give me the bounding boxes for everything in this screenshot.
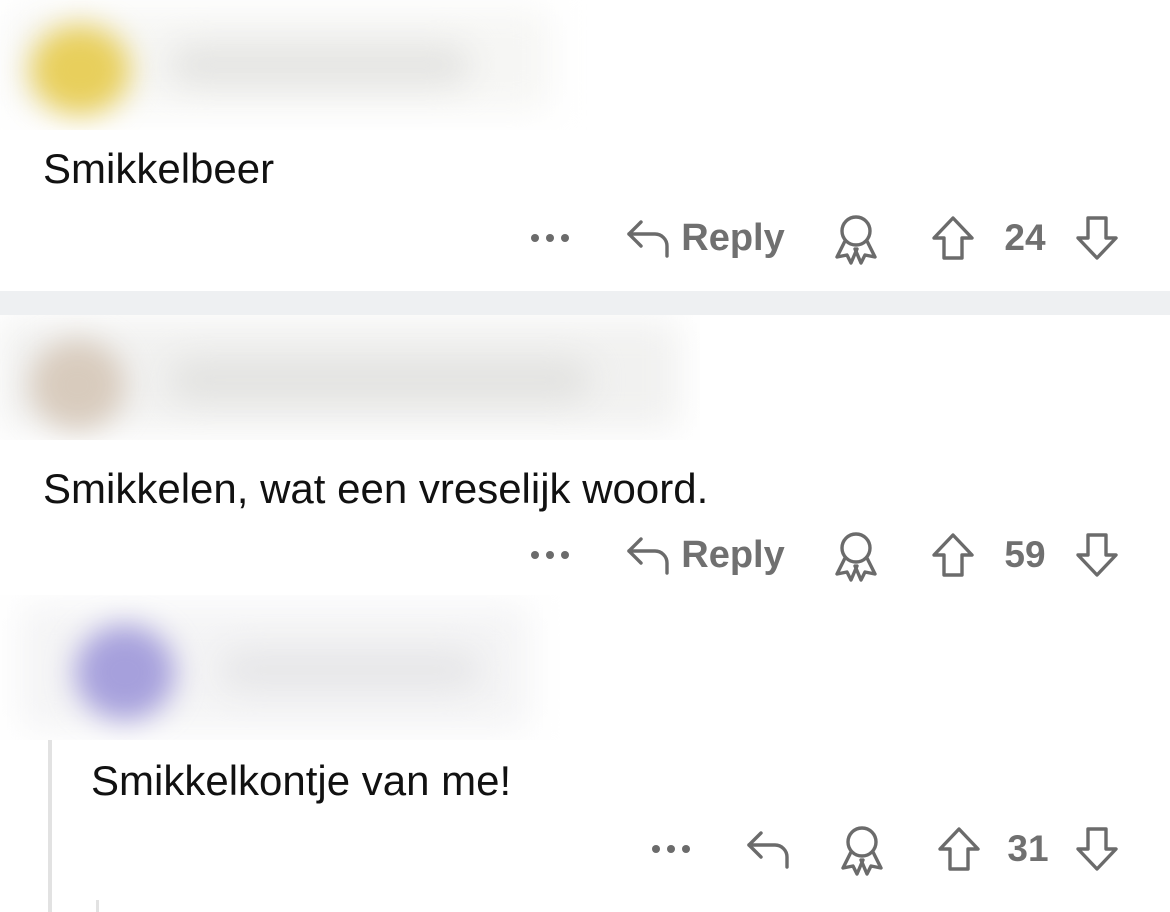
downvote-button[interactable] — [1072, 817, 1122, 881]
comment-divider — [0, 291, 1170, 315]
reply-label: Reply — [681, 216, 785, 259]
username-blurred[interactable] — [220, 650, 480, 690]
downvote-arrow-icon — [1076, 533, 1118, 577]
reply-arrow-icon — [627, 220, 669, 258]
vote-score: 59 — [1004, 534, 1046, 575]
vote-score: 24 — [1004, 217, 1046, 258]
upvote-arrow-icon — [932, 533, 974, 577]
avatar[interactable] — [75, 625, 175, 720]
comment-3-actions: 31 — [0, 817, 1170, 881]
reply-arrow-icon — [627, 537, 669, 575]
more-options-icon[interactable] — [641, 817, 701, 881]
upvote-arrow-icon — [932, 216, 974, 260]
vote-score: 31 — [1007, 828, 1049, 869]
downvote-button[interactable] — [1072, 523, 1122, 587]
avatar[interactable] — [30, 25, 130, 115]
upvote-button[interactable] — [928, 206, 978, 270]
comment-2-user-header[interactable] — [0, 315, 700, 440]
reply-button[interactable]: Reply — [620, 206, 790, 270]
more-options-icon[interactable] — [520, 206, 580, 270]
award-icon — [835, 532, 877, 582]
username-blurred[interactable] — [170, 45, 470, 85]
comment-1-user-header[interactable] — [0, 0, 600, 130]
nested-thread-line[interactable] — [96, 900, 99, 912]
comment-2-actions: Reply 59 — [0, 523, 1170, 587]
award-button[interactable] — [828, 523, 884, 587]
upvote-button[interactable] — [934, 817, 984, 881]
reply-button[interactable] — [740, 817, 796, 881]
downvote-button[interactable] — [1072, 206, 1122, 270]
comment-1-actions: Reply 24 — [0, 206, 1170, 270]
comment-2-body: Smikkelen, wat een vreselijk woord. — [43, 465, 709, 512]
award-icon — [835, 215, 877, 265]
downvote-arrow-icon — [1076, 216, 1118, 260]
avatar[interactable] — [30, 340, 125, 430]
more-options-icon[interactable] — [520, 523, 580, 587]
downvote-arrow-icon — [1076, 827, 1118, 871]
comment-1-body: Smikkelbeer — [43, 145, 275, 192]
award-icon — [841, 826, 883, 876]
award-button[interactable] — [828, 206, 884, 270]
upvote-arrow-icon — [938, 827, 980, 871]
upvote-button[interactable] — [928, 523, 978, 587]
award-button[interactable] — [834, 817, 890, 881]
reply-label: Reply — [681, 533, 785, 576]
username-blurred[interactable] — [170, 360, 590, 400]
comment-3-user-header[interactable] — [0, 595, 560, 740]
reply-button[interactable]: Reply — [620, 523, 790, 587]
reply-arrow-icon — [747, 831, 789, 869]
comment-3-body: Smikkelkontje van me! — [91, 757, 512, 804]
